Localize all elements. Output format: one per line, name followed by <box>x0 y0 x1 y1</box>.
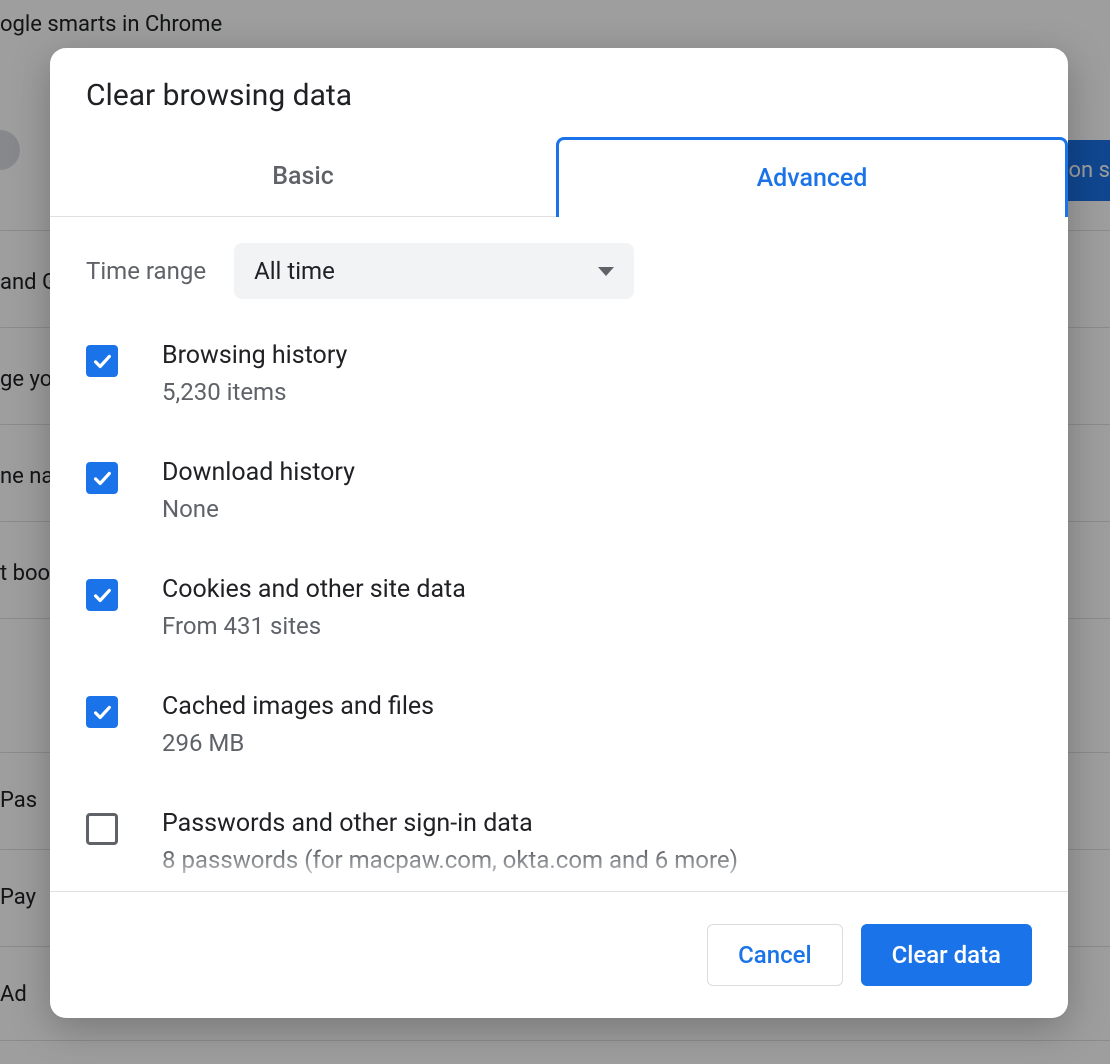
time-range-value: All time <box>254 257 335 285</box>
option-checkbox[interactable] <box>86 462 118 494</box>
chevron-down-icon <box>598 267 614 276</box>
option-title: Cookies and other site data <box>162 575 466 604</box>
option-title: Cached images and files <box>162 692 434 721</box>
option-checkbox[interactable] <box>86 345 118 377</box>
check-icon <box>91 584 113 606</box>
option-title: Passwords and other sign-in data <box>162 809 738 838</box>
option-checkbox[interactable] <box>86 813 118 845</box>
option-text: Cached images and files 296 MB <box>162 692 434 757</box>
tab-advanced[interactable]: Advanced <box>556 137 1068 217</box>
option-checkbox[interactable] <box>86 579 118 611</box>
check-icon <box>91 701 113 723</box>
cancel-button[interactable]: Cancel <box>707 924 842 986</box>
time-range-select[interactable]: All time <box>234 243 634 299</box>
option-text: Download history None <box>162 458 355 523</box>
option-subtitle: 5,230 items <box>162 378 347 406</box>
option-checkbox[interactable] <box>86 696 118 728</box>
time-range-row: Time range All time <box>86 243 1032 299</box>
option-row: Download history None <box>86 458 1032 523</box>
time-range-label: Time range <box>86 257 206 285</box>
option-row: Browsing history 5,230 items <box>86 341 1032 406</box>
option-title: Download history <box>162 458 355 487</box>
option-row: Cookies and other site data From 431 site… <box>86 575 1032 640</box>
dialog-footer: Cancel Clear data <box>50 891 1068 1018</box>
check-icon <box>91 350 113 372</box>
option-title: Browsing history <box>162 341 347 370</box>
tab-basic[interactable]: Basic <box>50 137 556 216</box>
clear-browsing-data-dialog: Clear browsing data Basic Advanced Time … <box>50 48 1068 1018</box>
option-subtitle: From 431 sites <box>162 612 466 640</box>
check-icon <box>91 467 113 489</box>
dialog-title: Clear browsing data <box>50 48 1068 137</box>
option-subtitle: 8 passwords (for macpaw.com, okta.com an… <box>162 846 738 874</box>
tabs: Basic Advanced <box>50 137 1068 217</box>
option-text: Browsing history 5,230 items <box>162 341 347 406</box>
clear-data-button[interactable]: Clear data <box>861 924 1032 986</box>
option-text: Cookies and other site data From 431 site… <box>162 575 466 640</box>
option-subtitle: 296 MB <box>162 729 434 757</box>
option-subtitle: None <box>162 495 355 523</box>
option-row: Passwords and other sign-in data 8 passwo… <box>86 809 1032 874</box>
dialog-body: Time range All time Browsing history 5,23… <box>50 217 1068 891</box>
option-row: Cached images and files 296 MB <box>86 692 1032 757</box>
option-text: Passwords and other sign-in data 8 passwo… <box>162 809 738 874</box>
